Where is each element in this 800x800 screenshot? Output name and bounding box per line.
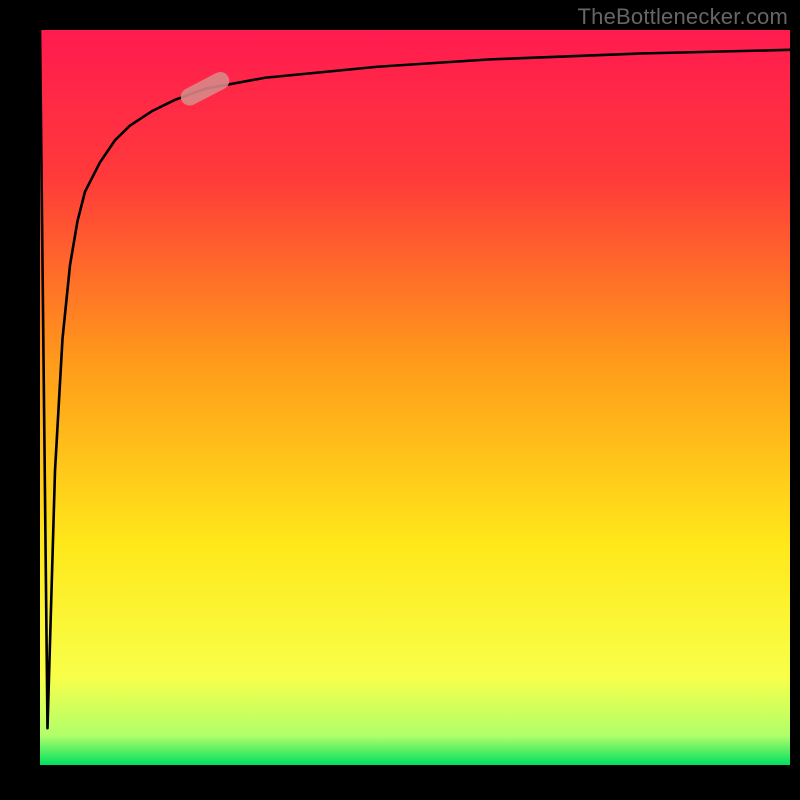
chart-frame: TheBottlenecker.com bbox=[0, 0, 800, 800]
background-gradient bbox=[40, 30, 790, 765]
watermark-text: TheBottlenecker.com bbox=[578, 4, 788, 30]
plot-area bbox=[40, 30, 790, 765]
